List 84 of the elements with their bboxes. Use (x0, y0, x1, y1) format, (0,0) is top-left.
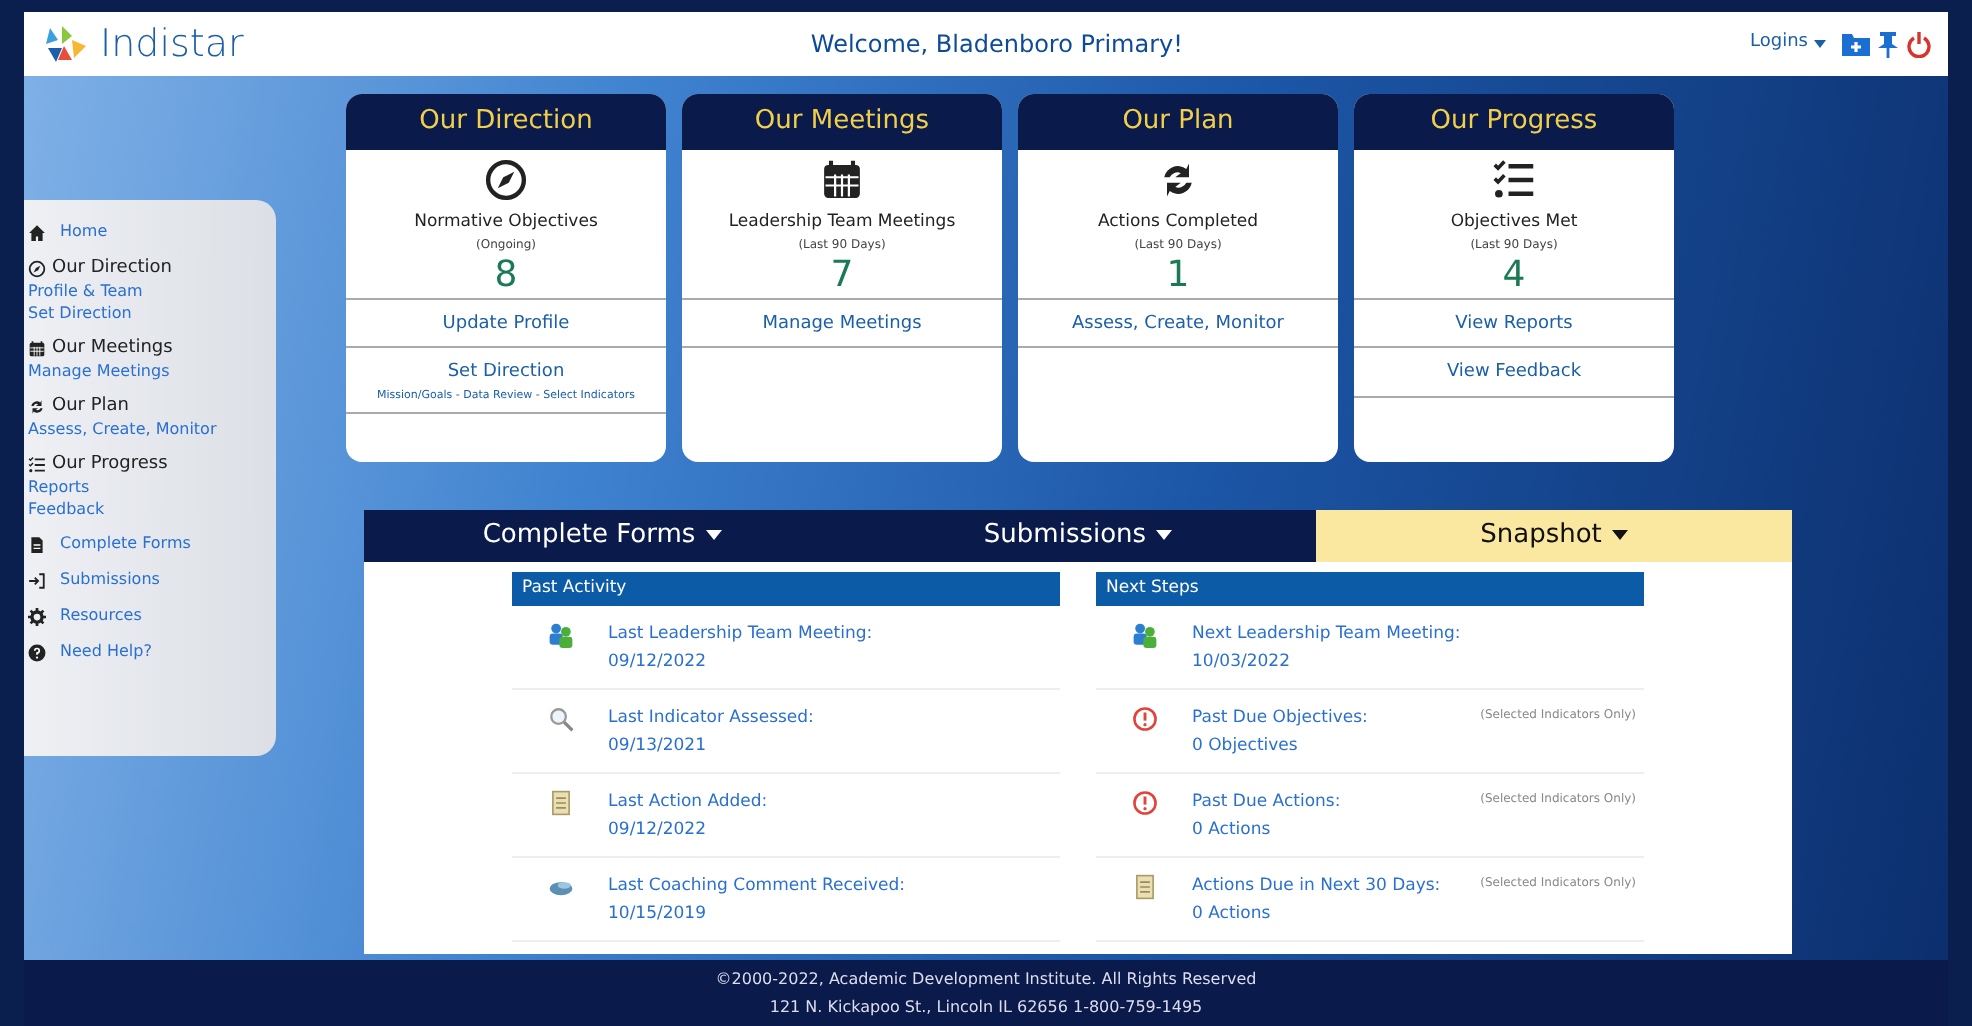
alert-icon (1131, 706, 1157, 732)
panel-header: Next Steps (1096, 572, 1644, 606)
compass-icon (484, 158, 528, 202)
stat-value: 4 (1502, 253, 1526, 298)
arrows-cycle-icon (28, 397, 46, 415)
card-title: Our Meetings (682, 94, 1002, 150)
sidebar-link[interactable]: Assess, Create, Monitor (28, 418, 276, 440)
stat-value: 7 (830, 253, 854, 298)
caret-icon (1611, 530, 1628, 541)
stat-label: Actions Completed (1097, 210, 1259, 236)
pin-icon[interactable] (1878, 31, 1898, 57)
activity-link[interactable]: Next Leadership Team Meeting: (1192, 620, 1644, 648)
checklist-icon (1492, 158, 1536, 202)
tab[interactable]: Snapshot (1316, 510, 1792, 562)
compass-icon (28, 259, 46, 277)
checklist-icon (28, 455, 46, 473)
activity-link[interactable]: Past Due Actions: (1192, 788, 1481, 816)
activity-value: 0 Actions (1192, 818, 1273, 844)
sidebar-link[interactable]: Manage Meetings (28, 360, 276, 382)
calendar-icon (820, 158, 864, 202)
sidebar-link[interactable]: Submissions (60, 568, 160, 592)
sidebar-link[interactable]: Profile & Team (28, 280, 276, 302)
caret-icon (1156, 530, 1173, 541)
notepad-icon (547, 790, 573, 816)
footer-text: ©2000-2022, Academic Development Institute. All Rights Reserved (713, 968, 1259, 992)
brand-name: Indistar (100, 19, 244, 70)
folder-plus-icon[interactable] (1842, 32, 1870, 56)
section-heading: Our Progress (52, 452, 168, 476)
document-icon (28, 535, 46, 553)
panel-header: Past Activity (512, 572, 1060, 606)
logins-menu[interactable]: Logins (1750, 30, 1808, 58)
card-link[interactable]: Set Direction (447, 362, 565, 383)
card-link[interactable]: Manage Meetings (762, 313, 922, 334)
stat-label: Objectives Met (1450, 210, 1578, 236)
activity-link[interactable]: Past Due Objectives: (1192, 704, 1481, 732)
activity-value: 0 Actions (1192, 902, 1273, 928)
stat-label: Leadership Team Meetings (728, 210, 956, 236)
card-link[interactable]: View Feedback (1446, 362, 1582, 383)
sidebar-link[interactable]: Need Help? (60, 640, 152, 664)
people-icon (547, 622, 573, 648)
section-heading: Our Plan (52, 394, 129, 418)
caret-icon (705, 530, 722, 541)
card-title: Our Plan (1018, 94, 1338, 150)
activity-link[interactable]: Last Coaching Comment Received: (608, 872, 1060, 900)
alert-icon (1131, 790, 1157, 816)
footer-text: 121 N. Kickapoo St., Lincoln IL 62656 1-800-759-1495 (767, 996, 1205, 1020)
stat-value: 8 (494, 253, 518, 298)
help-icon (28, 643, 46, 661)
sidebar-link[interactable]: Home (60, 220, 108, 244)
activity-link[interactable]: Last Indicator Assessed: (608, 704, 1060, 732)
caret-icon (1814, 40, 1826, 48)
section-heading: Our Meetings (52, 336, 173, 360)
home-icon (28, 223, 46, 241)
activity-value: 10/03/2022 (1192, 650, 1292, 676)
section-heading: Our Direction (52, 256, 173, 280)
logo-icon (40, 24, 92, 64)
people-icon (1131, 622, 1157, 648)
activity-link[interactable]: Last Action Added: (608, 788, 1060, 816)
settings-icon (28, 607, 46, 625)
card-link[interactable]: View Reports (1455, 313, 1573, 334)
search-icon (547, 706, 573, 732)
calendar-icon (28, 339, 46, 357)
sidebar-link[interactable]: Resources (60, 604, 142, 628)
card-title: Our Direction (346, 94, 666, 150)
sign-in-icon (28, 571, 46, 589)
activity-link[interactable]: Actions Due in Next 30 Days: (1192, 872, 1481, 900)
stat-label: Normative Objectives (414, 210, 598, 236)
activity-value: 09/12/2022 (608, 818, 708, 844)
activity-value: 10/15/2019 (608, 902, 708, 928)
welcome-message: Welcome, Bladenboro Primary! (808, 28, 1185, 62)
activity-value: 09/12/2022 (608, 650, 708, 676)
activity-value: 09/13/2021 (608, 734, 708, 760)
notepad-icon (1131, 874, 1157, 900)
card-link[interactable]: Update Profile (442, 313, 570, 334)
sidebar-link[interactable]: Feedback (28, 498, 276, 520)
card-title: Our Progress (1354, 94, 1674, 150)
card-link[interactable]: Assess, Create, Monitor (1071, 313, 1284, 334)
sidebar-link[interactable]: Set Direction (28, 302, 276, 324)
activity-link[interactable]: Last Leadership Team Meeting: (608, 620, 1060, 648)
power-icon[interactable] (1906, 31, 1932, 57)
stat-value: 1 (1166, 253, 1190, 298)
sidebar-link[interactable]: Complete Forms (60, 532, 191, 556)
activity-value: 0 Objectives (1192, 734, 1300, 760)
sidebar-link[interactable]: Reports (28, 476, 276, 498)
